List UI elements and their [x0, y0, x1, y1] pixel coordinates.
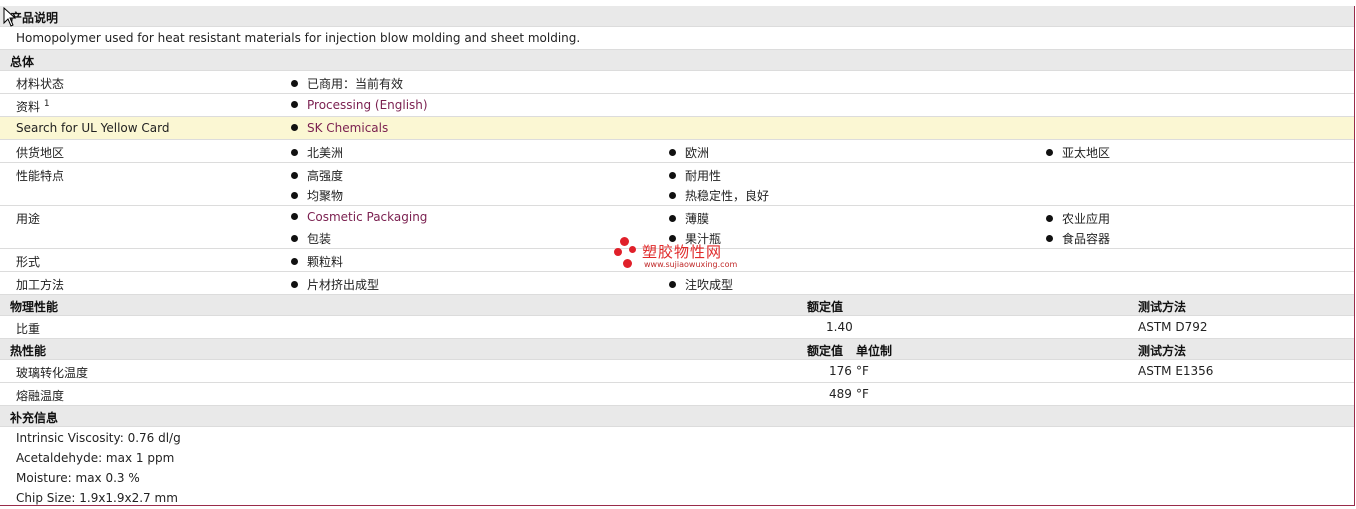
nominal-value: 489 — [829, 387, 852, 401]
additional-info: Intrinsic Viscosity: 0.76 dl/g Acetaldeh… — [0, 427, 1354, 509]
row-value: 片材挤出成型 — [291, 276, 379, 293]
row-value: 薄膜 — [669, 210, 709, 227]
row-value: 欧洲 — [669, 144, 709, 161]
row-availability: 供货地区 北美洲 欧洲 亚太地区 — [0, 140, 1354, 163]
row-value: 亚太地区 — [1046, 144, 1110, 161]
section-title: 总体 — [10, 55, 35, 69]
info-line: Chip Size: 1.9x1.9x2.7 mm — [16, 491, 178, 505]
test-method-header: 测试方法 — [1138, 344, 1187, 358]
section-title: 产品说明 — [10, 11, 59, 25]
row-ul-yellow-card: Search for UL Yellow Card SK Chemicals — [0, 117, 1354, 140]
row-label: 用途 — [16, 212, 41, 226]
row-value: SK Chemicals — [291, 121, 388, 135]
watermark-url: www.sujiaowuxing.com — [644, 260, 738, 269]
section-header-general: 总体 — [0, 50, 1354, 71]
row-value: 热稳定性，良好 — [669, 187, 769, 204]
bullet-icon — [1046, 235, 1053, 242]
ul-yellow-card-link[interactable]: Search for UL Yellow Card — [16, 121, 169, 135]
watermark-dot-icon — [614, 248, 622, 256]
test-method: ASTM E1356 — [1138, 364, 1214, 378]
unit-header: 单位制 — [856, 344, 893, 358]
test-method-header: 测试方法 — [1138, 300, 1187, 314]
watermark-text: 塑胶物性网 — [642, 243, 723, 261]
row-value: 均聚物 — [291, 187, 343, 204]
section-title: 物理性能 — [10, 300, 59, 314]
nominal-value-header: 额定值 — [807, 300, 844, 314]
nominal-value-header: 额定值 — [807, 344, 844, 358]
row-value: 高强度 — [291, 167, 343, 184]
processing-document-link[interactable]: Processing (English) — [307, 98, 428, 112]
row-label: 加工方法 — [16, 278, 65, 292]
section-header-description: 产品说明 — [0, 6, 1354, 27]
row-value: 食品容器 — [1046, 230, 1110, 247]
row-value: 颗粒料 — [291, 253, 343, 270]
test-method: ASTM D792 — [1138, 320, 1208, 334]
row-value: 农业应用 — [1046, 210, 1110, 227]
section-header-physical: 物理性能 额定值 测试方法 — [0, 295, 1354, 316]
bullet-icon — [669, 149, 676, 156]
mouse-cursor-icon — [3, 7, 17, 27]
footnote-marker: 1 — [43, 99, 50, 109]
watermark-dot-icon — [623, 259, 632, 268]
bullet-icon — [291, 172, 298, 179]
unit: °F — [856, 364, 869, 378]
bullet-icon — [291, 235, 298, 242]
info-line: Intrinsic Viscosity: 0.76 dl/g — [16, 431, 181, 445]
bullet-icon — [291, 281, 298, 288]
bullet-icon — [291, 258, 298, 265]
row-value: 耐用性 — [669, 167, 721, 184]
bullet-icon — [291, 80, 298, 87]
section-header-additional: 补充信息 — [0, 406, 1354, 427]
row-documents: 资料 1 Processing (English) — [0, 94, 1354, 117]
row-label: 资料 1 — [16, 99, 50, 114]
description-row: Homopolymer used for heat resistant mate… — [0, 27, 1354, 50]
row-label: 玻璃转化温度 — [16, 366, 89, 380]
row-value: 包装 — [291, 230, 331, 247]
watermark-dot-icon — [629, 246, 636, 253]
bullet-icon — [669, 281, 676, 288]
row-value: Cosmetic Packaging — [291, 210, 427, 224]
nominal-value: 1.40 — [826, 320, 853, 334]
bullet-icon — [291, 213, 298, 220]
row-value: 北美洲 — [291, 144, 343, 161]
watermark-dot-icon — [620, 237, 629, 246]
section-title: 热性能 — [10, 344, 47, 358]
unit: °F — [856, 387, 869, 401]
bullet-icon — [291, 124, 298, 131]
cosmetic-packaging-link[interactable]: Cosmetic Packaging — [307, 210, 427, 224]
nominal-value: 176 — [829, 364, 852, 378]
row-label: 材料状态 — [16, 77, 65, 91]
row-specific-gravity: 比重 1.40 ASTM D792 — [0, 316, 1354, 339]
info-line: Acetaldehyde: max 1 ppm — [16, 451, 175, 465]
bullet-icon — [669, 192, 676, 199]
row-value: Processing (English) — [291, 98, 428, 112]
bullet-icon — [669, 215, 676, 222]
row-label: 比重 — [16, 322, 41, 336]
row-processing: 加工方法 片材挤出成型 注吹成型 — [0, 272, 1354, 295]
row-material-status: 材料状态 已商用：当前有效 — [0, 71, 1354, 94]
row-label: 形式 — [16, 255, 41, 269]
description-text: Homopolymer used for heat resistant mate… — [16, 31, 581, 45]
row-value: 已商用：当前有效 — [291, 75, 403, 92]
info-line: Moisture: max 0.3 % — [16, 471, 140, 485]
bullet-icon — [291, 101, 298, 108]
supplier-link[interactable]: SK Chemicals — [307, 121, 388, 135]
section-title: 补充信息 — [10, 411, 59, 425]
section-header-thermal: 热性能 额定值 单位制 测试方法 — [0, 339, 1354, 360]
bullet-icon — [669, 172, 676, 179]
row-glass-transition: 玻璃转化温度 176 °F ASTM E1356 — [0, 360, 1354, 383]
row-features: 性能特点 高强度 耐用性 均聚物 热稳定性，良好 — [0, 163, 1354, 206]
row-label: 供货地区 — [16, 146, 65, 160]
bullet-icon — [1046, 149, 1053, 156]
row-label: 性能特点 — [16, 169, 65, 183]
row-label: 熔融温度 — [16, 389, 65, 403]
bullet-icon — [291, 192, 298, 199]
row-value: 注吹成型 — [669, 276, 733, 293]
bullet-icon — [291, 149, 298, 156]
bullet-icon — [1046, 215, 1053, 222]
row-melting-temperature: 熔融温度 489 °F — [0, 383, 1354, 406]
